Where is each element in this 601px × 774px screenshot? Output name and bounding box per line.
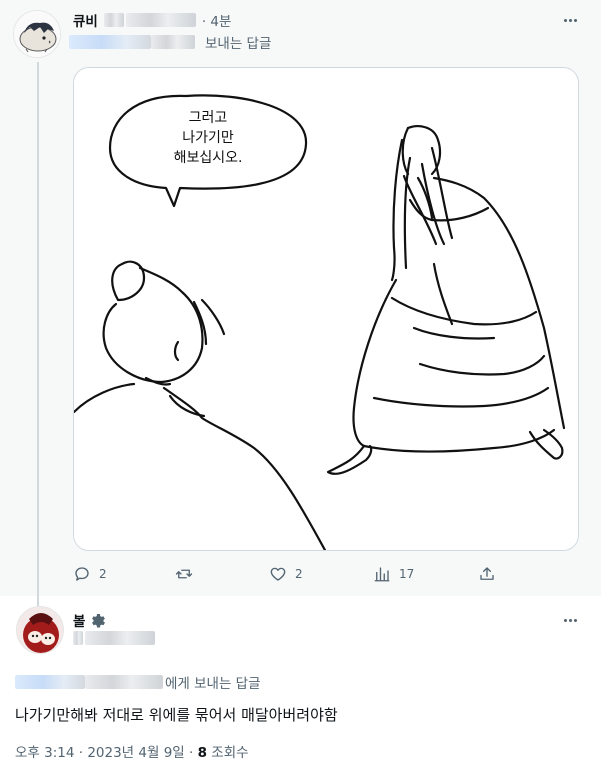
- redacted-handle-part2: [85, 631, 155, 645]
- views-button[interactable]: 17: [373, 562, 414, 586]
- reply-label: 에게 보내는 답글: [165, 676, 261, 692]
- avatar[interactable]: [16, 606, 64, 654]
- speech-line-1: 그러고: [189, 110, 228, 126]
- main-tweet-header: 볼: [73, 610, 106, 630]
- redacted-handle-part1: [103, 13, 124, 27]
- views-count: 17: [399, 567, 415, 581]
- tweet-text: 나가기만해봐 저대로 위에를 묶어서 매달아버려야함: [15, 706, 338, 724]
- reply-count: 2: [99, 567, 107, 581]
- like-count: 2: [295, 567, 303, 581]
- analytics-bars-icon: [374, 567, 390, 582]
- tweet-actions-bar: 2 2 17: [73, 562, 513, 586]
- redacted-mention-part1: [15, 675, 85, 689]
- heart-icon: [270, 567, 286, 581]
- gear-badge-icon: [92, 614, 106, 628]
- author-name[interactable]: 큐비: [73, 10, 98, 30]
- like-button[interactable]: 2: [269, 562, 303, 586]
- retweet-icon: [175, 569, 193, 579]
- reply-label: 보내는 답글: [205, 36, 272, 52]
- author-name[interactable]: 볼: [73, 610, 85, 630]
- hamster-avatar-icon: [14, 11, 60, 57]
- comment-bubble-icon: [75, 567, 89, 581]
- share-button[interactable]: [478, 562, 496, 586]
- retweet-button[interactable]: [175, 562, 193, 586]
- more-options-icon[interactable]: [560, 610, 580, 630]
- redacted-mention-part2: [151, 35, 195, 49]
- comic-drawing: 그러고 나가기만 해보십시오.: [74, 68, 578, 550]
- more-options-icon[interactable]: [560, 10, 580, 30]
- tweet-metadata: 오후 3:14 · 2023년 4월 9일 · 8 조회수: [15, 741, 249, 761]
- reply-tweet[interactable]: 큐비 · 4분 보내는 답글 그러고 나가기만 해보십시오. 2 2 17: [0, 0, 601, 610]
- redacted-mention-part1: [69, 35, 151, 49]
- tweet-timestamp[interactable]: 오후 3:14 · 2023년 4월 9일 ·: [15, 745, 198, 761]
- speech-line-2: 나가기만: [182, 130, 234, 146]
- reply-tweet-header: 큐비 · 4분: [73, 10, 231, 30]
- speech-line-3: 해보십시오.: [174, 150, 243, 166]
- comic-image[interactable]: 그러고 나가기만 해보십시오.: [73, 67, 579, 551]
- redacted-handle-part2: [125, 13, 196, 27]
- thread-connector-line: [37, 62, 39, 610]
- redacted-handle-part1: [73, 631, 83, 645]
- avatar[interactable]: [13, 10, 61, 58]
- replying-to: 에게 보내는 답글: [15, 672, 261, 692]
- views-number: 8: [197, 745, 207, 761]
- views-label: 조회수: [206, 745, 249, 761]
- reply-button[interactable]: 2: [73, 562, 107, 586]
- share-upload-icon: [480, 567, 494, 580]
- redacted-mention-part2: [85, 675, 163, 689]
- tweet-time[interactable]: · 4분: [202, 10, 232, 30]
- replying-to: 보내는 답글: [69, 32, 271, 52]
- redacted-handle: [73, 630, 155, 646]
- character-avatar-icon: [17, 607, 63, 653]
